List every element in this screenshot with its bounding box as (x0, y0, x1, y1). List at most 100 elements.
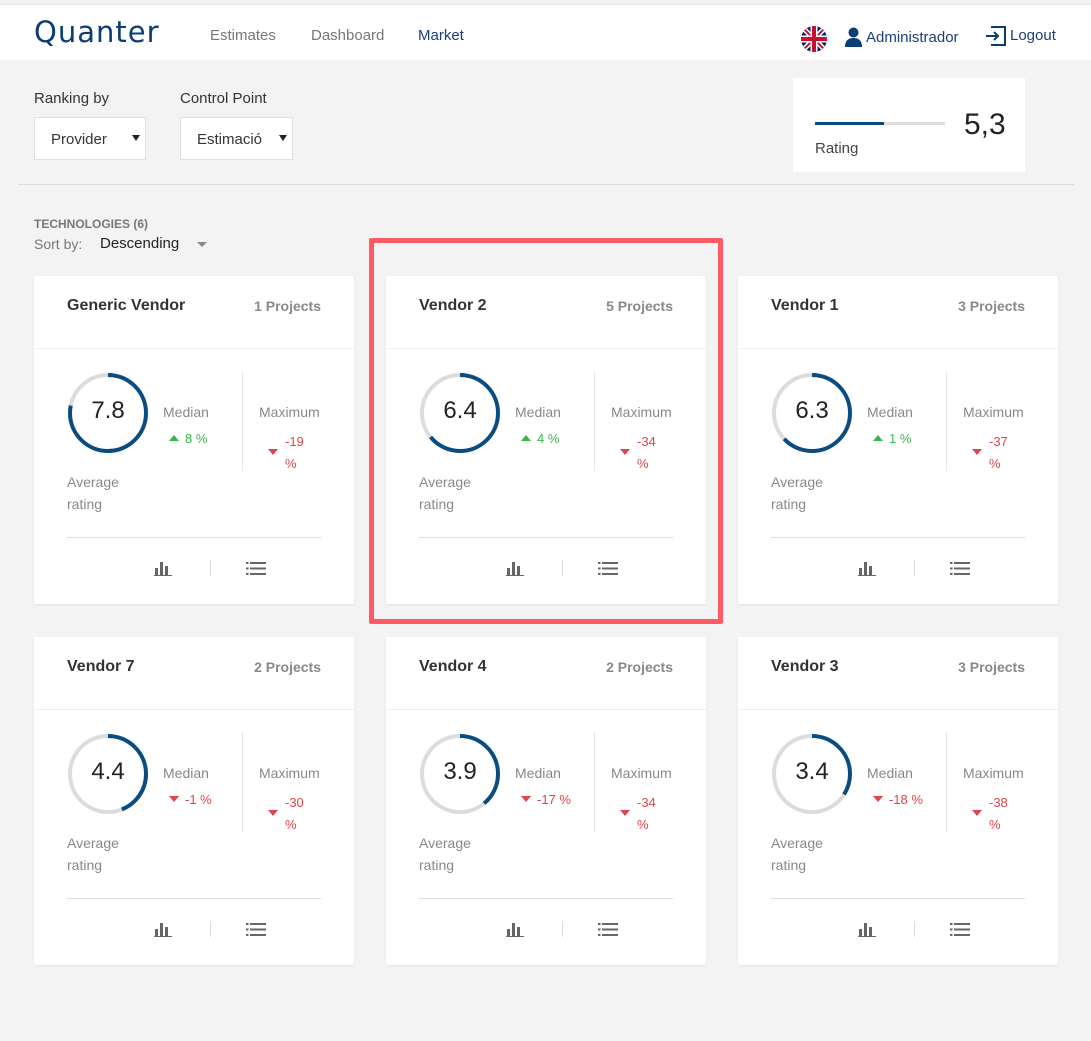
median-delta-value: -18 % (889, 792, 923, 807)
chevron-down-icon[interactable] (197, 242, 207, 247)
vendor-card[interactable]: Vendor 1 3 Projects 6.3 Median 1 % Maxim… (738, 276, 1058, 604)
app-logo[interactable]: Quanter (34, 15, 160, 49)
vendor-name: Vendor 2 (419, 297, 487, 314)
bar-chart-icon[interactable] (506, 921, 524, 937)
section-divider (18, 184, 1074, 185)
median-delta: -1 % (169, 792, 212, 807)
bar-chart-icon[interactable] (506, 560, 524, 576)
vendor-name: Vendor 7 (67, 658, 135, 675)
average-rating-label: Average rating (771, 835, 823, 873)
arrow-down-icon (268, 810, 278, 816)
control-point-value: Estimació (197, 131, 263, 148)
vendor-name: Generic Vendor (67, 297, 186, 314)
card-footer-divider (67, 537, 321, 538)
average-rating-label: Average rating (771, 474, 823, 512)
list-icon[interactable] (246, 923, 266, 936)
sort-by-label: Sort by: (34, 236, 83, 252)
card-header-divider (738, 709, 1058, 710)
average-rating-value: 4.4 (91, 758, 125, 785)
control-point-select[interactable]: Estimació (180, 117, 293, 160)
vendor-card[interactable]: Generic Vendor 1 Projects 7.8 Median 8 %… (34, 276, 354, 604)
logout-icon[interactable] (985, 25, 1007, 47)
icon-divider (562, 921, 563, 937)
logout-link[interactable]: Logout (1010, 27, 1056, 44)
rating-progress-bar (815, 122, 945, 125)
median-delta-value: -1 % (185, 792, 212, 807)
vendor-card[interactable]: Vendor 2 5 Projects 6.4 Median 4 % Maxim… (386, 276, 706, 604)
user-menu[interactable]: Administrador (866, 29, 959, 46)
maximum-delta-value: -37 % (989, 434, 1008, 471)
maximum-delta-value: -34 % (637, 795, 656, 832)
median-label: Median (163, 765, 209, 781)
card-footer-divider (419, 898, 673, 899)
card-footer-divider (419, 537, 673, 538)
average-rating-value: 7.8 (91, 397, 125, 424)
list-icon[interactable] (246, 562, 266, 575)
projects-count: 1 Projects (254, 298, 321, 314)
nav-estimates[interactable]: Estimates (210, 27, 276, 44)
card-header-divider (386, 348, 706, 349)
vendor-card[interactable]: Vendor 3 3 Projects 3.4 Median -18 % Max… (738, 637, 1058, 965)
ranking-by-value: Provider (51, 131, 107, 148)
ranking-by-label: Ranking by (34, 90, 110, 107)
bar-chart-icon[interactable] (858, 560, 876, 576)
average-rating-value: 3.4 (795, 758, 829, 785)
median-delta: 8 % (169, 431, 207, 446)
median-delta: -18 % (873, 792, 923, 807)
icon-divider (914, 921, 915, 937)
technologies-count: TECHNOLOGIES (6) (34, 217, 149, 231)
projects-count: 2 Projects (606, 659, 673, 675)
stats-divider (946, 371, 947, 471)
nav-market[interactable]: Market (418, 27, 464, 44)
median-delta-value: 1 % (889, 431, 912, 446)
ranking-by-select[interactable]: Provider (34, 117, 146, 160)
nav-dashboard[interactable]: Dashboard (311, 27, 384, 44)
maximum-delta-value: -30 % (285, 795, 304, 832)
median-label: Median (163, 404, 209, 420)
average-rating-value: 6.4 (443, 397, 477, 424)
average-rating-label: Average rating (419, 835, 471, 873)
arrow-down-icon (521, 796, 531, 802)
projects-count: 3 Projects (958, 659, 1025, 675)
maximum-delta-value: -38 % (989, 795, 1008, 832)
median-delta: 4 % (521, 431, 559, 446)
list-icon[interactable] (950, 562, 970, 575)
rating-progress-fill (815, 122, 884, 125)
top-navbar: Quanter Estimates Dashboard Market Admin… (0, 4, 1091, 60)
uk-flag-icon[interactable] (801, 26, 827, 52)
card-footer-divider (771, 537, 1025, 538)
maximum-delta-value: -19 % (285, 434, 304, 471)
maximum-label: Maximum (259, 404, 320, 420)
icon-divider (210, 560, 211, 576)
bar-chart-icon[interactable] (154, 560, 172, 576)
arrow-down-icon (620, 810, 630, 816)
vendor-card[interactable]: Vendor 4 2 Projects 3.9 Median -17 % Max… (386, 637, 706, 965)
vendor-card[interactable]: Vendor 7 2 Projects 4.4 Median -1 % Maxi… (34, 637, 354, 965)
list-icon[interactable] (598, 562, 618, 575)
maximum-label: Maximum (963, 765, 1024, 781)
user-icon (845, 27, 862, 47)
stats-divider (594, 371, 595, 471)
median-delta-value: 8 % (185, 431, 208, 446)
list-icon[interactable] (950, 923, 970, 936)
icon-divider (562, 560, 563, 576)
overall-rating-box: 5,3 Rating (793, 78, 1025, 172)
vendor-name: Vendor 4 (419, 658, 487, 675)
stats-divider (242, 371, 243, 471)
sort-order-select[interactable]: Descending (100, 235, 179, 252)
card-header-divider (386, 709, 706, 710)
median-label: Median (867, 765, 913, 781)
arrow-up-icon (169, 435, 179, 441)
bar-chart-icon[interactable] (154, 921, 172, 937)
median-delta: 1 % (873, 431, 911, 446)
list-icon[interactable] (598, 923, 618, 936)
icon-divider (210, 921, 211, 937)
average-rating-label: Average rating (67, 474, 119, 512)
stats-divider (594, 732, 595, 832)
maximum-delta-value: -34 % (637, 434, 656, 471)
overall-rating-value: 5,3 (964, 108, 1006, 141)
bar-chart-icon[interactable] (858, 921, 876, 937)
maximum-label: Maximum (963, 404, 1024, 420)
median-delta: -17 % (521, 792, 571, 807)
arrow-down-icon (620, 449, 630, 455)
